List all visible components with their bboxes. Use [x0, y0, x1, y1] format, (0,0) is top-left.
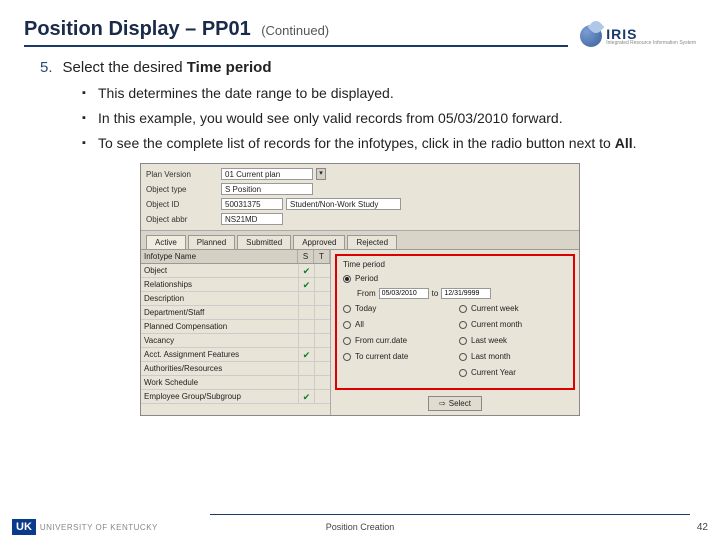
table-row[interactable]: Work Schedule	[141, 376, 330, 390]
tab-submitted[interactable]: Submitted	[237, 235, 291, 249]
bullet-1: This determines the date range to be dis…	[82, 84, 680, 103]
select-icon: ⇨	[439, 399, 446, 408]
fld-object-desc: Student/Non-Work Study	[286, 198, 401, 210]
radio-curr-year[interactable]	[459, 369, 467, 377]
check-icon: ✔	[303, 266, 311, 276]
radio-to-curr[interactable]	[343, 353, 351, 361]
fld-object-type[interactable]: S Position	[221, 183, 313, 195]
table-row[interactable]: Relationships✔	[141, 278, 330, 292]
check-icon: ✔	[303, 350, 311, 360]
fld-object-id[interactable]: 50031375	[221, 198, 283, 210]
iris-icon	[580, 25, 602, 47]
step-number: 5.	[40, 59, 53, 76]
lbl-object-type: Object type	[146, 185, 218, 194]
uk-org: UNIVERSITY OF KENTUCKY	[40, 523, 158, 532]
table-row[interactable]: Employee Group/Subgroup✔	[141, 390, 330, 404]
radio-period[interactable]	[343, 275, 351, 283]
fld-plan-version[interactable]: 01 Current plan	[221, 168, 313, 180]
table-row[interactable]: Department/Staff	[141, 306, 330, 320]
tab-approved[interactable]: Approved	[293, 235, 345, 249]
time-period-title: Time period	[343, 260, 567, 269]
title-area: Position Display – PP01 (Continued)	[24, 18, 568, 47]
step-5: 5. Select the desired Time period	[40, 59, 680, 76]
check-icon: ✔	[303, 280, 311, 290]
logo-sub: Integrated Resource Information System	[606, 41, 696, 46]
col-t: T	[314, 250, 330, 263]
radio-last-month[interactable]	[459, 353, 467, 361]
radio-last-week[interactable]	[459, 337, 467, 345]
table-row[interactable]: Vacancy	[141, 334, 330, 348]
table-row[interactable]: Description	[141, 292, 330, 306]
footer-left: UK UNIVERSITY OF KENTUCKY	[12, 519, 158, 535]
col-s: S	[298, 250, 314, 263]
sap-screenshot: Plan Version 01 Current plan ▾ Object ty…	[140, 163, 580, 416]
bullet-2: In this example, you would see only vali…	[82, 109, 680, 128]
tab-rejected[interactable]: Rejected	[347, 235, 397, 249]
radio-all[interactable]	[343, 321, 351, 329]
footer-divider	[210, 514, 690, 515]
bullet-3: To see the complete list of records for …	[82, 134, 680, 153]
footer-title: Position Creation	[326, 522, 395, 532]
tab-active[interactable]: Active	[146, 235, 186, 249]
table-row[interactable]: Object✔	[141, 264, 330, 278]
select-button[interactable]: ⇨ Select	[428, 396, 482, 411]
logo: IRIS Integrated Resource Information Sys…	[580, 25, 696, 47]
radio-from-curr[interactable]	[343, 337, 351, 345]
table-row[interactable]: Authorities/Resources	[141, 362, 330, 376]
radio-curr-month[interactable]	[459, 321, 467, 329]
time-period-box: Time period Period From to Today Current…	[335, 254, 575, 390]
fld-object-abbr[interactable]: NS21MD	[221, 213, 283, 225]
lbl-plan-version: Plan Version	[146, 170, 218, 179]
dropdown-icon[interactable]: ▾	[316, 168, 326, 180]
step-text: Select the desired Time period	[63, 59, 272, 76]
tab-planned[interactable]: Planned	[188, 235, 235, 249]
lbl-object-abbr: Object abbr	[146, 215, 218, 224]
from-date[interactable]	[379, 288, 429, 299]
page-number: 42	[697, 522, 708, 533]
col-infotype: Infotype Name	[141, 250, 298, 263]
table-row[interactable]: Acct. Assignment Features✔	[141, 348, 330, 362]
to-date[interactable]	[441, 288, 491, 299]
table-row[interactable]: Planned Compensation	[141, 320, 330, 334]
page-title: Position Display – PP01	[24, 18, 251, 40]
logo-main: IRIS	[606, 27, 696, 41]
radio-curr-week[interactable]	[459, 305, 467, 313]
check-icon: ✔	[303, 392, 311, 402]
lbl-object-id: Object ID	[146, 200, 218, 209]
uk-badge: UK	[12, 519, 36, 535]
radio-today[interactable]	[343, 305, 351, 313]
page-subtitle: (Continued)	[261, 23, 329, 38]
